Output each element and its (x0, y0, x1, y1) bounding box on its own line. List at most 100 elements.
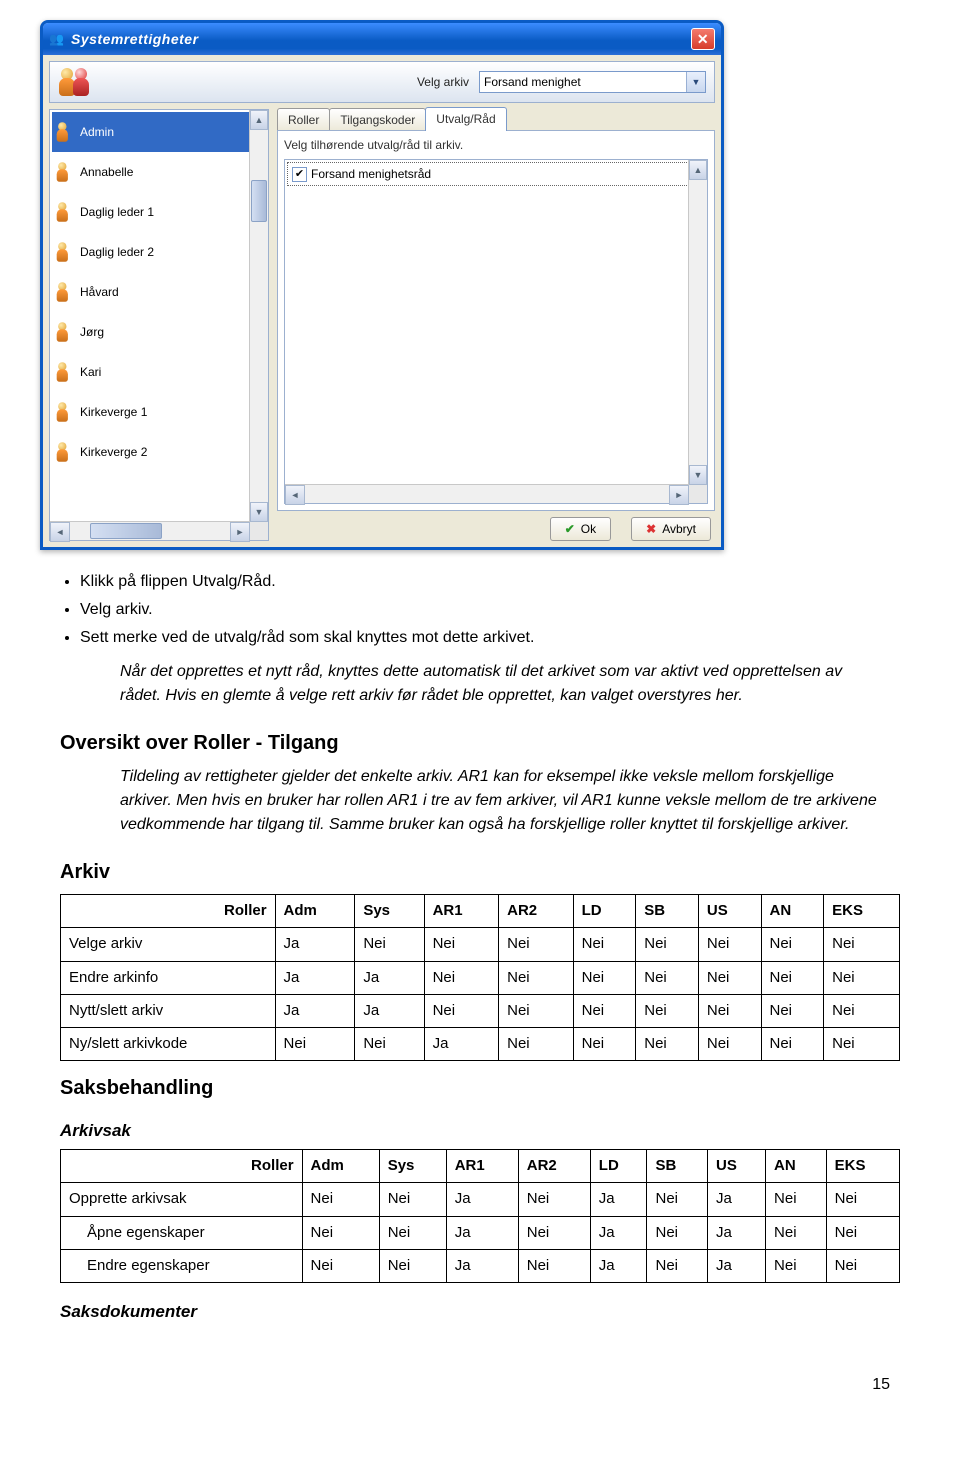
vscroll[interactable]: ▲ ▼ (249, 110, 268, 522)
person-icon (56, 402, 69, 422)
cell: Nei (424, 928, 499, 961)
user-row[interactable]: Admin (52, 112, 266, 152)
person-icon (56, 162, 69, 182)
scroll-left-icon[interactable]: ◄ (50, 522, 70, 542)
cell: Nei (302, 1183, 379, 1216)
col-header: AR2 (499, 895, 574, 928)
cell: Nei (355, 928, 424, 961)
tab[interactable]: Roller (277, 108, 330, 131)
user-name: Annabelle (80, 164, 133, 180)
velg-arkiv-input[interactable] (480, 75, 686, 89)
tab-content: Velg tilhørende utvalg/råd til arkiv. ✔ … (277, 130, 715, 511)
user-row[interactable]: Håvard (52, 272, 266, 312)
person-icon (56, 442, 69, 462)
toolbar: Velg arkiv ▼ (49, 61, 715, 103)
cell: Nei (824, 961, 900, 994)
cell: Nei (302, 1216, 379, 1249)
checklist: ✔ Forsand menighetsråd ▲ ▼ ◄ (284, 159, 708, 504)
cell: Nei (573, 994, 636, 1027)
user-name: Daglig leder 1 (80, 204, 154, 220)
col-header: AN (766, 1150, 827, 1183)
section-overview: Oversikt over Roller - Tilgang (60, 730, 920, 757)
cell: Nei (826, 1249, 899, 1282)
user-row[interactable]: Kirkeverge 2 (52, 432, 266, 472)
cell: Nei (826, 1216, 899, 1249)
cell: Nei (573, 961, 636, 994)
cell: Nei (573, 1028, 636, 1061)
cancel-button[interactable]: ✖Avbryt (631, 517, 711, 541)
scroll-up-icon[interactable]: ▲ (250, 110, 268, 130)
user-row[interactable]: Daglig leder 2 (52, 232, 266, 272)
user-name: Håvard (80, 284, 119, 300)
cell: Nei (824, 928, 900, 961)
row-label: Opprette arkivsak (61, 1183, 303, 1216)
col-header: EKS (824, 895, 900, 928)
user-row[interactable]: Jørg (52, 312, 266, 352)
roles-table-arkivsak: RollerAdmSysAR1AR2LDSBUSANEKSOpprette ar… (60, 1149, 900, 1283)
col-header: Adm (275, 895, 355, 928)
ok-button[interactable]: ✔Ok (550, 517, 611, 541)
cell: Nei (379, 1249, 446, 1282)
tab[interactable]: Tilgangskoder (329, 108, 426, 131)
section-arkiv: Arkiv (60, 859, 920, 886)
velg-arkiv-combo[interactable]: ▼ (479, 71, 706, 93)
col-header: US (708, 1150, 766, 1183)
cell: Nei (647, 1216, 708, 1249)
col-header: LD (590, 1150, 647, 1183)
checkbox-icon[interactable]: ✔ (292, 167, 307, 182)
scroll-up-icon[interactable]: ▲ (689, 160, 707, 180)
sub-arkivsak: Arkivsak (60, 1120, 920, 1143)
cell: Nei (824, 994, 900, 1027)
scroll-down-icon[interactable]: ▼ (250, 502, 268, 522)
hscroll-inner[interactable]: ◄ ► (285, 484, 689, 503)
cell: Nei (826, 1183, 899, 1216)
cell: Nei (424, 994, 499, 1027)
row-label: Velge arkiv (61, 928, 276, 961)
cell: Nei (275, 1028, 355, 1061)
col-header: AR2 (518, 1150, 590, 1183)
scroll-right-icon[interactable]: ► (230, 522, 250, 542)
person-icon (56, 282, 69, 302)
cell: Nei (647, 1183, 708, 1216)
check-row[interactable]: ✔ Forsand menighetsråd (287, 162, 689, 186)
tab[interactable]: Utvalg/Råd (425, 107, 506, 131)
scroll-down-icon[interactable]: ▼ (689, 465, 707, 485)
col-header: Sys (355, 895, 424, 928)
velg-arkiv-label: Velg arkiv (417, 74, 469, 90)
section-saksbehandling: Saksbehandling (60, 1075, 920, 1102)
col-header: EKS (826, 1150, 899, 1183)
cell: Nei (761, 1028, 824, 1061)
cell: Ja (275, 928, 355, 961)
col-header: Adm (302, 1150, 379, 1183)
cell: Ja (590, 1216, 647, 1249)
chevron-down-icon[interactable]: ▼ (686, 72, 705, 92)
vscroll-inner[interactable]: ▲ ▼ (688, 160, 707, 485)
person-icon (56, 122, 69, 142)
cell: Nei (636, 1028, 699, 1061)
col-header: AR1 (424, 895, 499, 928)
scroll-right-icon[interactable]: ► (669, 485, 689, 505)
user-row[interactable]: Annabelle (52, 152, 266, 192)
row-label: Ny/slett arkivkode (61, 1028, 276, 1061)
cell: Nei (518, 1249, 590, 1282)
titlebar[interactable]: 👥 Systemrettigheter ✕ (43, 23, 721, 55)
close-icon[interactable]: ✕ (691, 28, 715, 50)
check-icon: ✔ (565, 521, 575, 537)
hscroll[interactable]: ◄ ► (50, 521, 250, 540)
user-row[interactable]: Kirkeverge 1 (52, 392, 266, 432)
user-row[interactable]: Daglig leder 1 (52, 192, 266, 232)
user-name: Kirkeverge 1 (80, 404, 147, 420)
user-name: Kari (80, 364, 101, 380)
scroll-thumb-h[interactable] (90, 523, 162, 539)
cell: Nei (766, 1183, 827, 1216)
cell: Nei (698, 961, 761, 994)
cell: Ja (446, 1183, 518, 1216)
scroll-thumb[interactable] (251, 180, 267, 222)
user-row[interactable]: Kari (52, 352, 266, 392)
cell: Nei (424, 961, 499, 994)
col-header: AN (761, 895, 824, 928)
cell: Nei (518, 1183, 590, 1216)
scroll-left-icon[interactable]: ◄ (285, 485, 305, 505)
cell: Nei (302, 1249, 379, 1282)
cell: Ja (424, 1028, 499, 1061)
